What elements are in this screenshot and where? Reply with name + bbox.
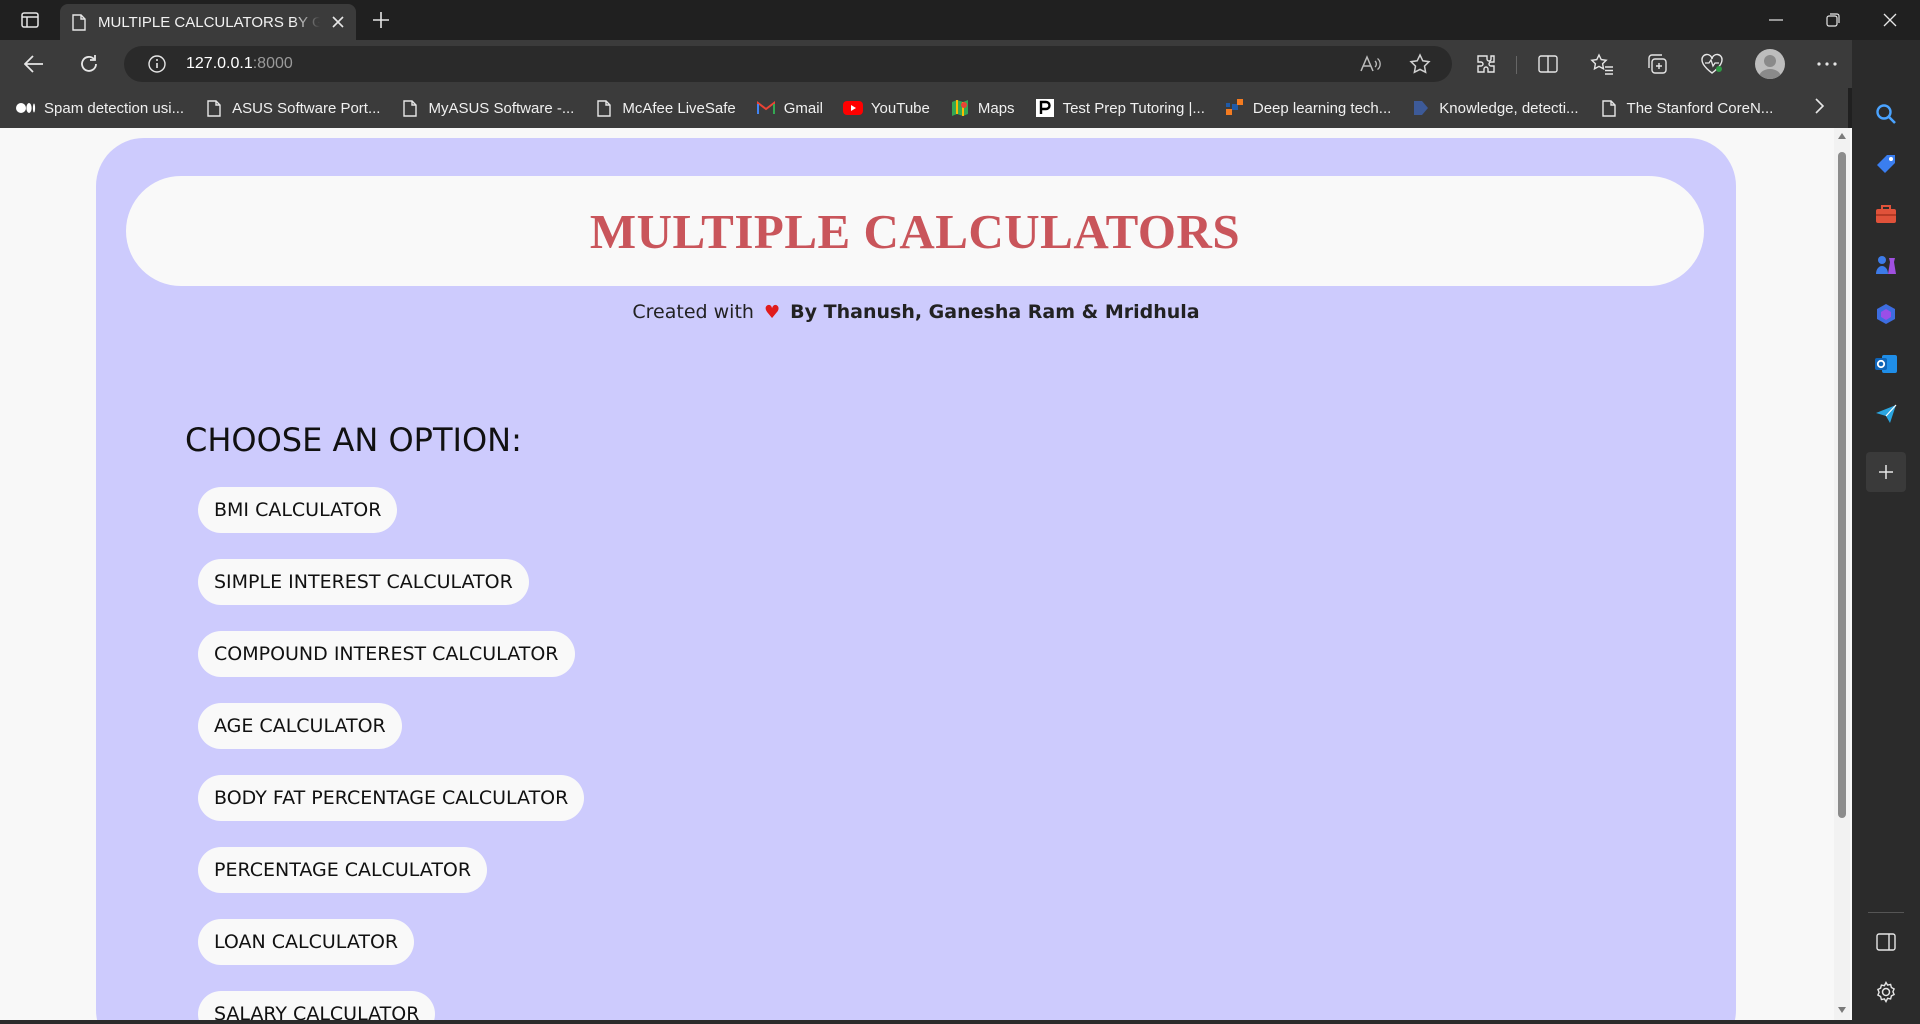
- window-bottom-border: [0, 1020, 1852, 1024]
- sciencedirect-icon: [1411, 98, 1431, 118]
- gmail-icon: [756, 98, 776, 118]
- restore-icon[interactable]: [1821, 8, 1845, 32]
- bookmark-item[interactable]: Gmail: [756, 98, 823, 118]
- scrollbar-thumb[interactable]: [1838, 152, 1846, 818]
- princeton-icon: [1035, 98, 1055, 118]
- url-port: :8000: [252, 55, 293, 72]
- site-info-icon[interactable]: [148, 55, 166, 73]
- more-options-icon[interactable]: [1815, 52, 1839, 76]
- search-icon[interactable]: [1870, 98, 1902, 130]
- bookmarks-bar: Spam detection usi... ASUS Software Port…: [0, 88, 1848, 128]
- collections-icon[interactable]: [1645, 52, 1669, 76]
- microsoft-365-icon[interactable]: [1870, 298, 1902, 330]
- ieee-icon: [1225, 98, 1245, 118]
- shopping-tag-icon[interactable]: [1870, 148, 1902, 180]
- bookmark-label: YouTube: [870, 99, 930, 117]
- outlook-icon[interactable]: [1870, 348, 1902, 380]
- toolbar-divider: [1516, 56, 1517, 74]
- loan-calculator-button[interactable]: LOAN CALCULATOR: [198, 919, 415, 965]
- credits-prefix: Created with: [632, 301, 754, 323]
- choose-option-heading: CHOOSE AN OPTION:: [185, 421, 522, 459]
- scroll-up-arrow-icon[interactable]: [1837, 132, 1847, 140]
- split-screen-icon[interactable]: [1536, 52, 1560, 76]
- favorite-star-icon[interactable]: [1408, 52, 1432, 76]
- percentage-calculator-button[interactable]: PERCENTAGE CALCULATOR: [198, 847, 488, 893]
- extensions-icon[interactable]: [1474, 52, 1498, 76]
- page-title: MULTIPLE CALCULATORS: [589, 203, 1241, 259]
- settings-gear-icon[interactable]: [1870, 976, 1902, 1008]
- bookmark-label: The Stanford CoreN...: [1626, 99, 1774, 117]
- page-icon: [72, 13, 86, 31]
- sidebar-divider: [1868, 912, 1904, 913]
- bookmark-item[interactable]: ASUS Software Port...: [204, 98, 380, 118]
- age-calculator-button[interactable]: AGE CALCULATOR: [198, 703, 402, 749]
- bookmarks-overflow-chevron-icon[interactable]: [1808, 94, 1832, 118]
- bookmark-label: Knowledge, detecti...: [1439, 99, 1579, 117]
- compound-interest-calculator-button[interactable]: COMPOUND INTEREST CALCULATOR: [198, 631, 575, 677]
- hide-sidebar-icon[interactable]: [1870, 926, 1902, 958]
- tab-title: MULTIPLE CALCULATORS BY GTM: [98, 13, 320, 31]
- bookmark-item[interactable]: The Stanford CoreN...: [1599, 98, 1774, 118]
- bookmark-item[interactable]: Spam detection usi...: [16, 98, 184, 118]
- credits-line: Created with ♥ By Thanush, Ganesha Ram &…: [96, 301, 1736, 323]
- bookmark-item[interactable]: McAfee LiveSafe: [594, 98, 736, 118]
- maps-icon: [950, 98, 970, 118]
- page-icon: [400, 98, 420, 118]
- bookmark-label: Test Prep Tutoring |...: [1062, 99, 1205, 117]
- scroll-down-arrow-icon[interactable]: [1837, 1006, 1847, 1014]
- bookmark-item[interactable]: YouTube: [842, 98, 930, 118]
- body-fat-percentage-calculator-button[interactable]: BODY FAT PERCENTAGE CALCULATOR: [198, 775, 585, 821]
- main-card: MULTIPLE CALCULATORS Created with ♥ By T…: [96, 138, 1736, 1020]
- heart-icon: ♥: [763, 302, 781, 323]
- bookmark-label: Spam detection usi...: [44, 99, 185, 117]
- page-viewport: MULTIPLE CALCULATORS Created with ♥ By T…: [0, 128, 1852, 1020]
- salary-calculator-button[interactable]: SALARY CALCULATOR: [198, 991, 436, 1020]
- browser-tab[interactable]: MULTIPLE CALCULATORS BY GTM: [60, 4, 356, 40]
- profile-avatar[interactable]: [1755, 49, 1785, 79]
- bookmark-label: Gmail: [783, 99, 823, 117]
- add-sidebar-app-icon[interactable]: [1866, 452, 1906, 492]
- new-tab-icon[interactable]: [368, 8, 394, 32]
- send-paper-plane-icon[interactable]: [1870, 398, 1902, 430]
- bookmark-item[interactable]: MyASUS Software -...: [400, 98, 574, 118]
- favorites-icon[interactable]: [1590, 52, 1614, 76]
- page-icon: [1599, 98, 1619, 118]
- address-bar[interactable]: 127.0.0.1:8000: [124, 46, 1452, 82]
- games-icon[interactable]: [1870, 248, 1902, 280]
- browser-essentials-icon[interactable]: [1700, 52, 1724, 76]
- bmi-calculator-button[interactable]: BMI CALCULATOR: [198, 487, 398, 533]
- minimize-icon[interactable]: [1764, 8, 1788, 32]
- close-tab-icon[interactable]: [332, 16, 344, 28]
- bookmark-label: MyASUS Software -...: [428, 99, 575, 117]
- bookmark-label: ASUS Software Port...: [232, 99, 381, 117]
- back-icon[interactable]: [22, 52, 46, 76]
- read-aloud-icon[interactable]: [1358, 52, 1382, 76]
- refresh-icon[interactable]: [77, 52, 101, 76]
- bookmark-label: Maps: [977, 99, 1015, 117]
- credits-names: By Thanush, Ganesha Ram & Mridhula: [790, 301, 1200, 323]
- edge-sidebar: [1852, 40, 1920, 1024]
- bookmark-item[interactable]: Test Prep Tutoring |...: [1035, 98, 1205, 118]
- tools-briefcase-icon[interactable]: [1870, 198, 1902, 230]
- title-banner: MULTIPLE CALCULATORS: [126, 176, 1704, 286]
- bookmark-label: Deep learning tech...: [1252, 99, 1392, 117]
- youtube-icon: [842, 98, 863, 118]
- close-window-icon[interactable]: [1878, 8, 1902, 32]
- tab-actions-icon[interactable]: [18, 8, 42, 32]
- page-icon: [594, 98, 614, 118]
- bookmark-item[interactable]: Knowledge, detecti...: [1411, 98, 1579, 118]
- page-icon: [204, 98, 224, 118]
- bookmark-item[interactable]: Maps: [950, 98, 1015, 118]
- medium-icon: [16, 98, 36, 118]
- simple-interest-calculator-button[interactable]: SIMPLE INTEREST CALCULATOR: [198, 559, 529, 605]
- bookmark-item[interactable]: Deep learning tech...: [1225, 98, 1391, 118]
- bookmark-label: McAfee LiveSafe: [622, 99, 736, 117]
- url-host: 127.0.0.1: [186, 55, 253, 72]
